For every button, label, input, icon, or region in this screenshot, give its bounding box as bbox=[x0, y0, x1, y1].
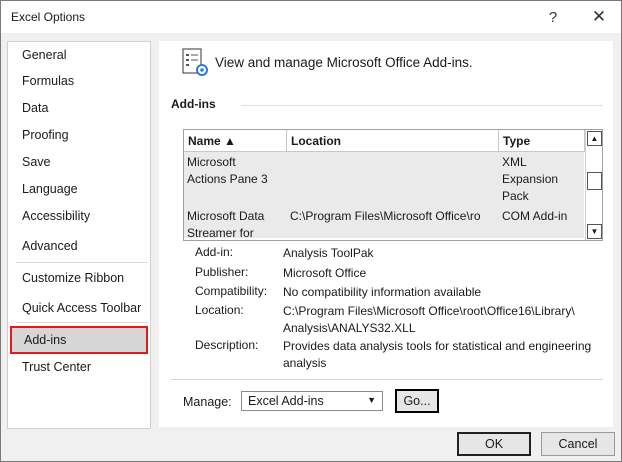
detail-value-location: C:\Program Files\Microsoft Office\root\O… bbox=[283, 304, 575, 335]
sidebar-divider bbox=[16, 262, 148, 263]
detail-value-description: Provides data analysis tools for statist… bbox=[283, 339, 592, 370]
manage-dropdown[interactable]: Excel Add-ins ▼ bbox=[241, 391, 383, 411]
cell-type: Expansion bbox=[502, 172, 559, 186]
column-header-type[interactable]: Type bbox=[499, 130, 585, 152]
sidebar-item-accessibility[interactable]: Accessibility bbox=[8, 203, 150, 229]
table-scrollbar[interactable]: ▲ ▼ bbox=[585, 130, 602, 240]
sidebar-item-add-ins[interactable]: Add-ins bbox=[10, 326, 148, 354]
scroll-down-icon[interactable]: ▼ bbox=[587, 224, 602, 239]
sidebar-item-trust-center[interactable]: Trust Center bbox=[8, 354, 150, 380]
detail-label-publisher: Publisher: bbox=[195, 265, 249, 279]
title-bar: Excel Options ? ✕ bbox=[1, 1, 621, 33]
cell-name: Actions Pane 3 bbox=[187, 172, 268, 186]
options-sidebar: General Formulas Data Proofing Save Lang… bbox=[7, 41, 151, 429]
sidebar-item-data[interactable]: Data bbox=[8, 95, 150, 121]
detail-label-description: Description: bbox=[195, 338, 259, 352]
table-row[interactable]: Microsoft Actions Pane 3 XML Expansion P… bbox=[184, 152, 584, 240]
cell-name: Streamer for bbox=[187, 226, 254, 240]
cancel-button[interactable]: Cancel bbox=[541, 432, 615, 456]
detail-value-compatibility: No compatibility information available bbox=[283, 285, 482, 299]
panel-header: View and manage Microsoft Office Add-ins… bbox=[215, 55, 473, 70]
cell-type: Pack bbox=[502, 189, 529, 203]
add-ins-table: Name ▲ Location Type Microsoft Actions P… bbox=[183, 129, 603, 241]
manage-dropdown-value: Excel Add-ins bbox=[248, 394, 324, 408]
manage-label: Manage: bbox=[183, 395, 232, 409]
close-button[interactable]: ✕ bbox=[585, 5, 613, 29]
help-button[interactable]: ? bbox=[539, 5, 567, 29]
manage-divider bbox=[171, 379, 603, 380]
add-ins-panel: View and manage Microsoft Office Add-ins… bbox=[159, 41, 613, 427]
excel-options-dialog: Excel Options ? ✕ General Formulas Data … bbox=[0, 0, 622, 462]
add-ins-settings-icon bbox=[182, 48, 208, 76]
go-button[interactable]: Go... bbox=[395, 389, 439, 413]
sidebar-item-proofing[interactable]: Proofing bbox=[8, 122, 150, 148]
column-header-location[interactable]: Location bbox=[287, 130, 499, 152]
cell-name: Microsoft Data bbox=[187, 209, 265, 223]
chevron-down-icon: ▼ bbox=[367, 395, 376, 405]
section-title: Add-ins bbox=[171, 97, 216, 111]
detail-label-compatibility: Compatibility: bbox=[195, 284, 268, 298]
detail-label-location: Location: bbox=[195, 303, 244, 317]
sidebar-item-language[interactable]: Language bbox=[8, 176, 150, 202]
sidebar-item-save[interactable]: Save bbox=[8, 149, 150, 175]
sidebar-item-advanced[interactable]: Advanced bbox=[8, 233, 150, 259]
scroll-up-icon[interactable]: ▲ bbox=[587, 131, 602, 146]
detail-value-publisher: Microsoft Office bbox=[283, 266, 367, 280]
sidebar-item-general[interactable]: General bbox=[8, 42, 150, 68]
sidebar-item-formulas[interactable]: Formulas bbox=[8, 68, 150, 94]
window-title: Excel Options bbox=[11, 10, 86, 24]
column-header-name[interactable]: Name ▲ bbox=[184, 130, 287, 152]
scroll-thumb[interactable] bbox=[587, 172, 602, 190]
cell-name: Microsoft bbox=[187, 155, 236, 169]
cell-location: C:\Program Files\Microsoft Office\ro bbox=[290, 209, 481, 223]
detail-value-add-in: Analysis ToolPak bbox=[283, 246, 374, 260]
section-divider bbox=[241, 105, 603, 106]
sidebar-item-quick-access-toolbar[interactable]: Quick Access Toolbar bbox=[8, 295, 150, 321]
detail-label-add-in: Add-in: bbox=[195, 245, 234, 259]
sidebar-divider bbox=[16, 322, 148, 323]
cell-type: COM Add-in bbox=[502, 209, 568, 223]
ok-button[interactable]: OK bbox=[457, 432, 531, 456]
sidebar-item-customize-ribbon[interactable]: Customize Ribbon bbox=[8, 265, 150, 291]
cell-type: XML bbox=[502, 155, 527, 169]
